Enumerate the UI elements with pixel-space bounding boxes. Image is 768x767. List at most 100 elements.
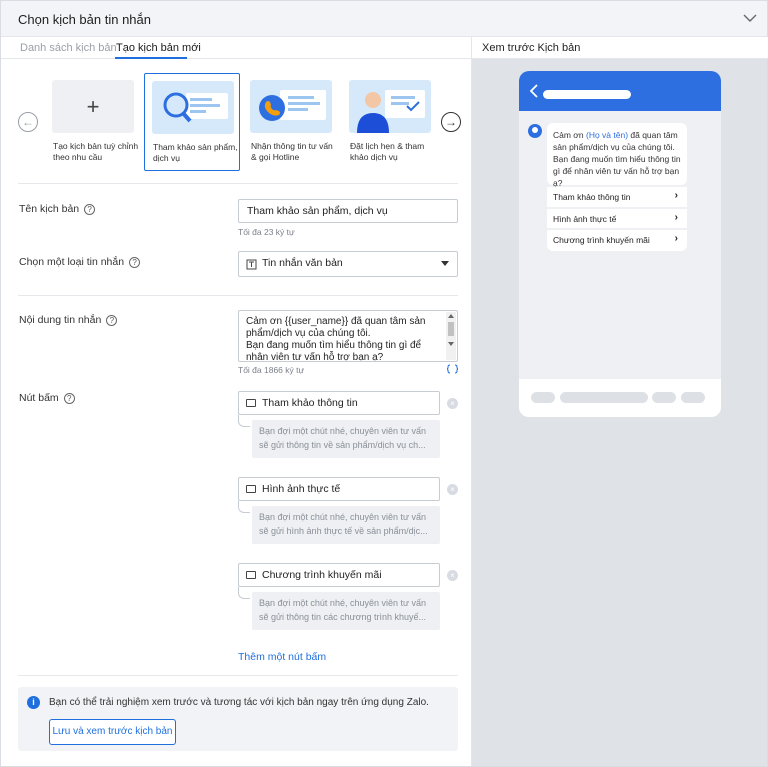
chat-icon (246, 571, 256, 579)
divider (18, 183, 458, 184)
dialog-header: Chọn kịch bản tin nhắn (1, 1, 767, 37)
chevron-down-icon[interactable] (743, 13, 757, 23)
scroll-up-icon[interactable] (448, 314, 454, 318)
chat-input-bar (519, 379, 721, 417)
message-content-textarea[interactable]: Cảm ơn {{user_name}} đã quan tâm sản phẩ… (238, 310, 458, 362)
editor-panel: Danh sách kịch bản Tạo kịch bản mới ← → … (1, 37, 471, 766)
label-text: Nút bấm (19, 392, 59, 404)
template-label: Tham khảo sản phẩm, dịch vụ (153, 142, 238, 163)
template-card-hotline[interactable]: Nhận thông tin tư vấn & gọi Hotline (243, 73, 339, 171)
field-content-label: Nội dung tin nhắn ? (19, 314, 118, 326)
field-type-label: Chọn một loại tin nhắn ? (19, 256, 141, 268)
scroll-thumb[interactable] (448, 322, 454, 336)
notice-text: Bạn có thể trải nghiệm xem trước và tươn… (49, 697, 429, 708)
message-type-select[interactable]: Tin nhắn văn bản (238, 251, 458, 277)
textarea-scrollbar[interactable] (446, 312, 456, 360)
dialog: Chọn kịch bản tin nhắn Danh sách kịch bả… (0, 0, 768, 767)
button-input-2[interactable]: Hình ảnh thực tế (238, 477, 440, 501)
divider (18, 295, 458, 296)
button-input-3[interactable]: Chương trình khuyến mãi (238, 563, 440, 587)
label-text: Chọn một loại tin nhắn (19, 256, 125, 268)
textarea-text: Cảm ơn {{user_name}} đã quan tâm sản phẩ… (246, 316, 426, 362)
chat-header-bar (519, 71, 721, 111)
msg-variable: (Họ và tên) (585, 130, 629, 140)
plus-icon: + (52, 80, 134, 133)
template-card-product[interactable]: Tham khảo sản phẩm, dịch vụ (144, 73, 240, 171)
quick-reply-item[interactable]: Chương trình khuyến mãi › (547, 229, 687, 251)
preview-panel: Xem trước Kịch bản Cảm ơn (Họ và tên) đã… (471, 37, 768, 766)
preview-header: Xem trước Kịch bản (472, 37, 768, 59)
remove-button-icon[interactable]: × (447, 484, 458, 495)
back-arrow-icon (529, 84, 538, 98)
variable-insert-icon[interactable] (447, 364, 458, 374)
template-card-custom[interactable]: + Tạo kịch bản tuỳ chỉnh theo nhu cầu (45, 73, 141, 171)
chat-body: Cảm ơn (Họ và tên) đã quan tâm sản phẩm/… (519, 111, 721, 379)
connector-line (238, 415, 250, 427)
field-name-label: Tên kịch bản ? (19, 203, 96, 215)
field-buttons-label: Nút bấm ? (19, 392, 75, 404)
quick-reply-label: Tham khảo thông tin (553, 192, 631, 202)
help-icon[interactable]: ? (63, 392, 75, 404)
label-text: Nội dung tin nhắn (19, 314, 102, 326)
input-placeholder (681, 392, 705, 403)
chevron-right-icon: › (674, 233, 678, 244)
remove-button-icon[interactable]: × (447, 570, 458, 581)
input-placeholder (531, 392, 555, 403)
preview-title: Xem trước Kịch bản (482, 42, 581, 54)
next-arrow-icon[interactable]: → (441, 112, 461, 132)
magnifier-illustration-icon (152, 81, 234, 134)
help-icon[interactable]: ? (106, 314, 118, 326)
quick-reply-label: Chương trình khuyến mãi (553, 235, 650, 245)
chat-message-bubble: Cảm ơn (Họ và tên) đã quan tâm sản phẩm/… (547, 123, 687, 188)
zalo-preview-notice: i Bạn có thể trải nghiệm xem trước và tư… (18, 687, 458, 751)
help-icon[interactable]: ? (129, 256, 141, 268)
button-label: Tham khảo thông tin (262, 397, 358, 409)
button-reply-2[interactable]: Bạn đợi một chút nhé, chuyên viên tư vấn… (252, 506, 440, 544)
text-format-icon (246, 259, 257, 270)
dialog-title: Chọn kịch bản tin nhắn (18, 12, 151, 27)
template-label: Đặt lịch hẹn & tham khảo dịch vụ (350, 141, 425, 162)
scroll-down-icon[interactable] (448, 342, 454, 346)
phone-mockup: Cảm ơn (Họ và tên) đã quan tâm sản phẩm/… (519, 71, 721, 417)
quick-reply-item[interactable]: Hình ảnh thực tế › (547, 208, 687, 228)
script-name-input[interactable]: Tham khảo sản phẩm, dịch vụ (238, 199, 458, 223)
person-illustration-icon (349, 80, 431, 133)
divider (18, 675, 458, 676)
input-placeholder (560, 392, 648, 403)
chevron-right-icon: › (674, 212, 678, 223)
button-input-1[interactable]: Tham khảo thông tin (238, 391, 440, 415)
button-reply-3[interactable]: Bạn đợi một chút nhé, chuyên viên tư vấn… (252, 592, 440, 630)
chat-icon (246, 399, 256, 407)
input-placeholder (652, 392, 676, 403)
remove-button-icon[interactable]: × (447, 398, 458, 409)
tab-create-script[interactable]: Tạo kịch bản mới (116, 42, 201, 54)
connector-line (238, 501, 250, 513)
help-icon[interactable]: ? (84, 203, 96, 215)
button-reply-1[interactable]: Bạn đợi một chút nhé, chuyên viên tư vấn… (252, 420, 440, 458)
chevron-right-icon: › (674, 190, 678, 201)
tab-bar: Danh sách kịch bản Tạo kịch bản mới (1, 37, 471, 59)
template-label: Nhận thông tin tư vấn & gọi Hotline (251, 141, 333, 162)
select-value: Tin nhắn văn bản (262, 257, 343, 269)
connector-line (238, 587, 250, 599)
content-char-limit: Tối đa 1866 ký tự (238, 365, 305, 375)
quick-reply-label: Hình ảnh thực tế (553, 214, 617, 224)
dropdown-arrow-icon (441, 261, 449, 266)
chat-icon (246, 485, 256, 493)
name-char-limit: Tối đa 23 ký tự (238, 227, 295, 237)
active-tab-indicator (115, 57, 187, 59)
msg-text: Cảm ơn (553, 130, 586, 140)
template-card-appointment[interactable]: Đặt lịch hẹn & tham khảo dịch vụ (342, 73, 438, 171)
phone-illustration-icon (250, 80, 332, 133)
label-text: Tên kịch bản (19, 203, 80, 215)
add-button-link[interactable]: Thêm một nút bấm (238, 651, 326, 663)
name-placeholder (543, 90, 631, 99)
avatar-icon (528, 124, 542, 138)
prev-arrow-icon[interactable]: ← (18, 112, 38, 132)
save-and-preview-button[interactable]: Lưu và xem trước kịch bản (49, 719, 176, 745)
template-label: Tạo kịch bản tuỳ chỉnh theo nhu cầu (53, 141, 139, 162)
tab-script-list[interactable]: Danh sách kịch bản (20, 42, 117, 54)
button-label: Hình ảnh thực tế (262, 483, 341, 495)
quick-reply-item[interactable]: Tham khảo thông tin › (547, 187, 687, 207)
info-icon: i (27, 696, 40, 709)
